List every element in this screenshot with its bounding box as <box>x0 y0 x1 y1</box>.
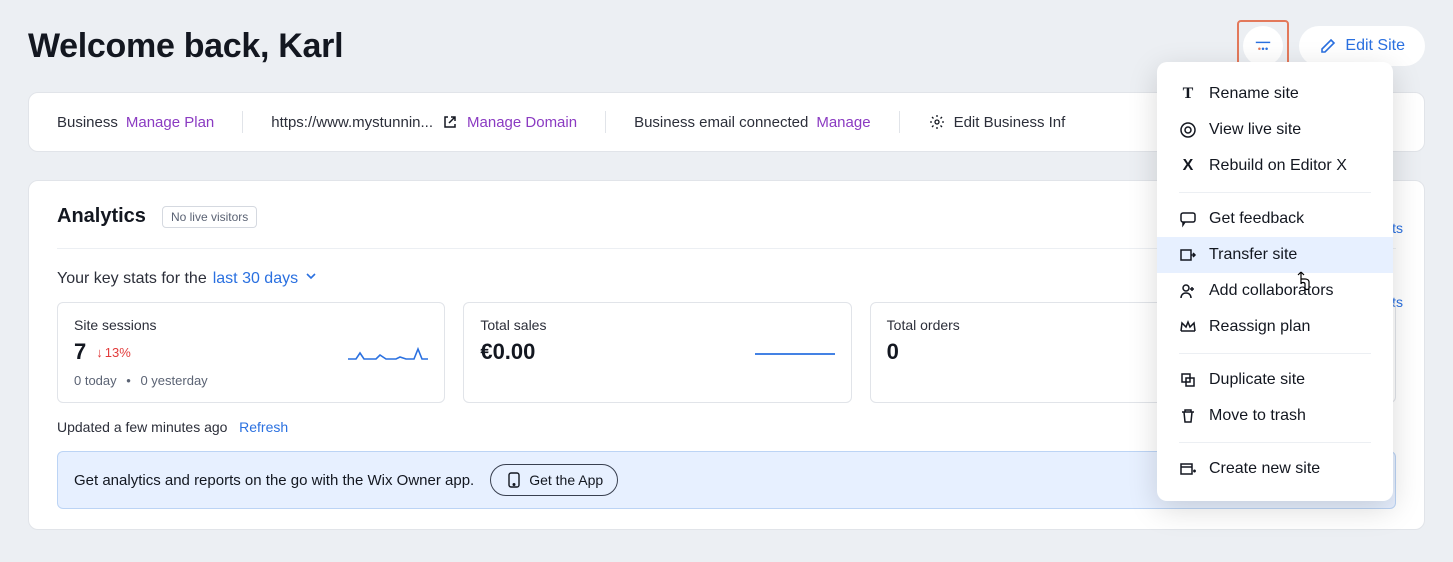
menu-add-collaborators[interactable]: Add collaborators <box>1157 273 1393 309</box>
stat-label: Site sessions <box>74 317 428 333</box>
external-link-icon[interactable] <box>441 113 459 131</box>
menu-reassign-plan[interactable]: Reassign plan <box>1157 309 1393 345</box>
domain-info: https://www.mystunnin... Manage Domain <box>271 113 577 131</box>
menu-create-new-site[interactable]: Create new site <box>1157 451 1393 487</box>
gear-icon <box>928 113 946 131</box>
menu-label: Rebuild on Editor X <box>1209 157 1347 175</box>
divider <box>605 111 606 133</box>
stat-label: Total sales <box>480 317 834 333</box>
menu-label: Rename site <box>1209 85 1299 103</box>
edit-site-button[interactable]: Edit Site <box>1299 26 1425 66</box>
menu-duplicate-site[interactable]: Duplicate site <box>1157 362 1393 398</box>
domain-url: https://www.mystunnin... <box>271 114 433 131</box>
menu-label: Create new site <box>1209 460 1320 478</box>
stat-total-sales[interactable]: Total sales €0.00 <box>463 302 851 403</box>
menu-separator <box>1179 442 1371 443</box>
menu-label: Duplicate site <box>1209 371 1305 389</box>
plan-label: Business <box>57 114 118 131</box>
stat-site-sessions[interactable]: Site sessions 7 ↓ 13% 0 today • 0 yester… <box>57 302 445 403</box>
dot: • <box>126 373 131 388</box>
manage-domain-link[interactable]: Manage Domain <box>467 114 577 131</box>
stats-prefix: Your key stats for the <box>57 270 207 288</box>
menu-label: Move to trash <box>1209 407 1306 425</box>
menu-get-feedback[interactable]: Get feedback <box>1157 201 1393 237</box>
divider <box>242 111 243 133</box>
more-dots-icon <box>1254 37 1272 55</box>
page-title: Welcome back, Karl <box>28 27 343 66</box>
plan-info: Business Manage Plan <box>57 114 214 131</box>
visitors-badge: No live visitors <box>162 206 257 228</box>
cursor-icon <box>1295 270 1313 297</box>
updated-text: Updated a few minutes ago <box>57 419 227 435</box>
get-app-button[interactable]: Get the App <box>490 464 618 496</box>
text-icon: T <box>1179 85 1197 103</box>
edit-site-label: Edit Site <box>1345 37 1405 55</box>
new-site-icon <box>1179 460 1197 478</box>
refresh-link[interactable]: Refresh <box>239 419 288 435</box>
menu-rename-site[interactable]: T Rename site <box>1157 76 1393 112</box>
phone-icon <box>505 471 523 489</box>
arrow-down-icon: ↓ <box>96 345 103 360</box>
edit-business-label: Edit Business Inf <box>954 114 1066 131</box>
menu-label: View live site <box>1209 121 1301 139</box>
trend-percent: 13% <box>105 345 131 360</box>
sparkline-icon <box>348 343 428 370</box>
manage-plan-link[interactable]: Manage Plan <box>126 114 214 131</box>
user-plus-icon <box>1179 282 1197 300</box>
get-app-label: Get the App <box>529 472 603 488</box>
promo-text: Get analytics and reports on the go with… <box>74 472 474 489</box>
pencil-icon <box>1319 37 1337 55</box>
transfer-icon <box>1179 246 1197 264</box>
email-info: Business email connected Manage <box>634 114 870 131</box>
divider <box>899 111 900 133</box>
menu-separator <box>1179 353 1371 354</box>
menu-separator <box>1179 192 1371 193</box>
menu-label: Transfer site <box>1209 246 1297 264</box>
menu-label: Get feedback <box>1209 210 1304 228</box>
chevron-down-icon[interactable] <box>304 269 318 288</box>
email-label: Business email connected <box>634 114 808 131</box>
stat-value: €0.00 <box>480 339 535 365</box>
trend-down: ↓ 13% <box>96 345 131 360</box>
analytics-title: Analytics <box>57 205 146 228</box>
chat-icon <box>1179 210 1197 228</box>
menu-view-live[interactable]: View live site <box>1157 112 1393 148</box>
manage-email-link[interactable]: Manage <box>816 114 870 131</box>
menu-transfer-site[interactable]: Transfer site <box>1157 237 1393 273</box>
stat-today: 0 today <box>74 373 117 388</box>
menu-move-to-trash[interactable]: Move to trash <box>1157 398 1393 434</box>
stats-range-select[interactable]: last 30 days <box>213 270 298 288</box>
site-actions-menu: T Rename site View live site X Rebuild o… <box>1157 62 1393 501</box>
copy-icon <box>1179 371 1197 389</box>
trash-icon <box>1179 407 1197 425</box>
menu-rebuild-editorx[interactable]: X Rebuild on Editor X <box>1157 148 1393 184</box>
menu-label: Add collaborators <box>1209 282 1334 300</box>
stat-yesterday: 0 yesterday <box>140 373 207 388</box>
editorx-icon: X <box>1179 157 1197 175</box>
business-info[interactable]: Edit Business Inf <box>928 113 1066 131</box>
stat-value: 7 <box>74 339 86 365</box>
more-options-button[interactable] <box>1243 26 1283 66</box>
eye-icon <box>1179 121 1197 139</box>
stat-value: 0 <box>887 339 899 365</box>
stat-sub: 0 today • 0 yesterday <box>74 373 428 388</box>
menu-label: Reassign plan <box>1209 318 1310 336</box>
crown-icon <box>1179 318 1197 336</box>
sparkline-icon <box>755 343 835 370</box>
